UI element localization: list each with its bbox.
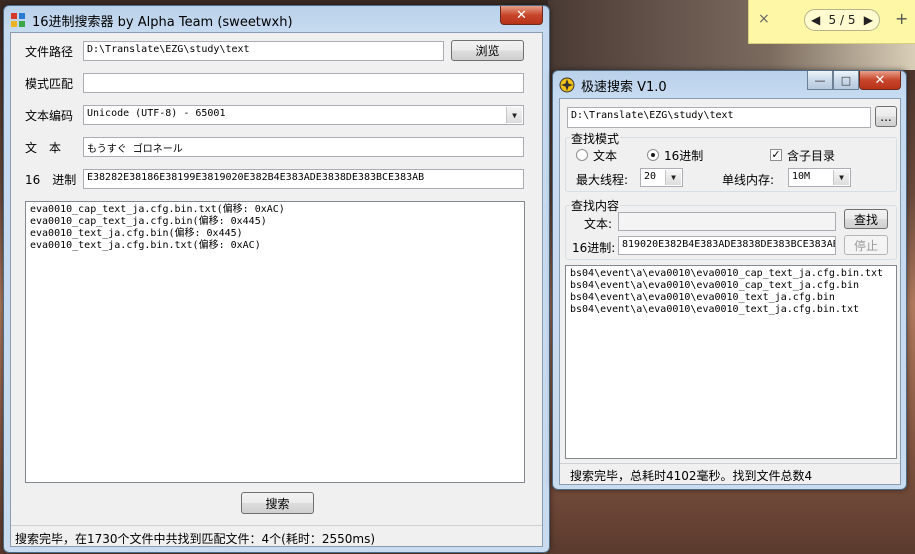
status-divider [560,463,900,464]
window-title-bar[interactable]: 16进制搜索器 by Alpha Team (sweetwxh) [10,10,293,30]
content-hex-label: 16进制: [572,241,616,255]
path-field[interactable]: D:\Translate\EZG\study\text [83,41,444,61]
memory-label: 单线内存: [722,173,775,187]
sticky-close-icon[interactable]: × [758,11,770,27]
status-text: 搜索完毕，总耗时4102毫秒。找到文件总数4 [570,469,813,483]
content-text-label: 文本: [584,217,613,231]
results-list[interactable]: bs04\event\a\eva0010\eva0010_cap_text_ja… [565,265,897,459]
sticky-note: × ◀ 5 / 5 ▶ + [748,0,915,44]
content-group-label: 查找内容 [570,197,621,214]
hex-field[interactable]: E38282E38186E38199E3819020E382B4E383ADE3… [83,169,524,189]
list-item[interactable]: eva0010_cap_text_ja.cfg.bin(偏移: 0x445) [30,216,520,228]
browse-dots-button[interactable]: ... [875,106,897,127]
encoding-label: 文本编码 [25,109,74,123]
memory-value: 10M [792,171,811,182]
list-item[interactable]: eva0010_cap_text_ja.cfg.bin.txt(偏移: 0xAC… [30,204,520,216]
pattern-field[interactable] [83,73,524,93]
list-item[interactable]: eva0010_text_ja.cfg.bin(偏移: 0x445) [30,228,520,240]
encoding-select[interactable]: Unicode (UTF-8) - 65001 ▼ [83,105,524,125]
window-client: D:\Translate\EZG\study\text ... 查找模式 文本 … [559,98,901,485]
fast-search-window: 极速搜索 V1.0 — □ ✕ D:\Translate\EZG\study\t… [552,70,907,490]
maximize-button[interactable]: □ [833,71,859,90]
text-label: 文 本 [25,141,62,155]
path-label: 文件路径 [25,45,74,59]
path-field[interactable]: D:\Translate\EZG\study\text [567,107,871,128]
subdir-label[interactable]: 含子目录 [787,147,835,164]
find-button[interactable]: 查找 [844,209,888,229]
threads-value: 20 [644,171,657,182]
dropdown-arrow-icon[interactable]: ▼ [665,170,681,185]
hex-label: 16 进制 [25,173,77,187]
subdir-checkbox[interactable]: ✓ [770,149,782,161]
content-text-field[interactable] [618,212,836,231]
mode-group-label: 查找模式 [570,130,621,147]
dropdown-arrow-icon[interactable]: ▼ [833,170,849,185]
list-item[interactable]: bs04\event\a\eva0010\eva0010_cap_text_ja… [570,268,892,280]
list-item[interactable]: bs04\event\a\eva0010\eva0010_cap_text_ja… [570,280,892,292]
list-item[interactable]: bs04\event\a\eva0010\eva0010_text_ja.cfg… [570,304,892,316]
status-divider [11,525,542,526]
encoding-value: Unicode (UTF-8) - 65001 [87,108,226,119]
sticky-page-indicator: 5 / 5 [828,13,856,27]
close-button[interactable]: ✕ [500,6,543,25]
radio-hex-label[interactable]: 16进制 [664,147,703,164]
hex-searcher-window: 16进制搜索器 by Alpha Team (sweetwxh) ✕ 文件路径 … [3,5,550,553]
radio-text[interactable] [576,149,588,161]
search-button[interactable]: 搜索 [241,492,314,514]
pattern-label: 模式匹配 [25,77,74,91]
window-title-bar[interactable]: 极速搜索 V1.0 [559,75,667,95]
radio-hex[interactable] [647,149,659,161]
window-title: 16进制搜索器 by Alpha Team (sweetwxh) [32,14,293,30]
threads-label: 最大线程: [576,173,629,187]
close-button[interactable]: ✕ [859,71,901,90]
list-item[interactable]: eva0010_text_ja.cfg.bin.txt(偏移: 0xAC) [30,240,520,252]
status-text: 搜索完毕，在1730个文件中共找到匹配文件：4个(耗时：2550ms) [15,532,376,546]
sticky-add-icon[interactable]: + [895,9,908,28]
sticky-pager[interactable]: ◀ 5 / 5 ▶ [804,9,880,31]
threads-select[interactable]: 20 ▼ [640,168,683,187]
browse-button[interactable]: 浏览 [451,40,524,61]
dropdown-arrow-icon[interactable]: ▼ [506,107,522,123]
prev-page-icon[interactable]: ◀ [811,13,820,27]
radio-text-label[interactable]: 文本 [593,147,617,164]
results-list[interactable]: eva0010_cap_text_ja.cfg.bin.txt(偏移: 0xAC… [25,201,525,483]
app-icon [11,13,25,27]
minimize-button[interactable]: — [807,71,833,90]
app-icon [559,77,575,93]
text-field[interactable]: もうすぐ ゴロネール [83,137,524,157]
window-client: 文件路径 D:\Translate\EZG\study\text 浏览 模式匹配… [10,32,543,547]
list-item[interactable]: bs04\event\a\eva0010\eva0010_text_ja.cfg… [570,292,892,304]
stop-button[interactable]: 停止 [844,235,888,255]
next-page-icon[interactable]: ▶ [864,13,873,27]
memory-select[interactable]: 10M ▼ [788,168,851,187]
window-title: 极速搜索 V1.0 [581,79,667,95]
content-hex-field[interactable]: 819020E382B4E383ADE3838DE383BCE383AB [618,236,836,255]
